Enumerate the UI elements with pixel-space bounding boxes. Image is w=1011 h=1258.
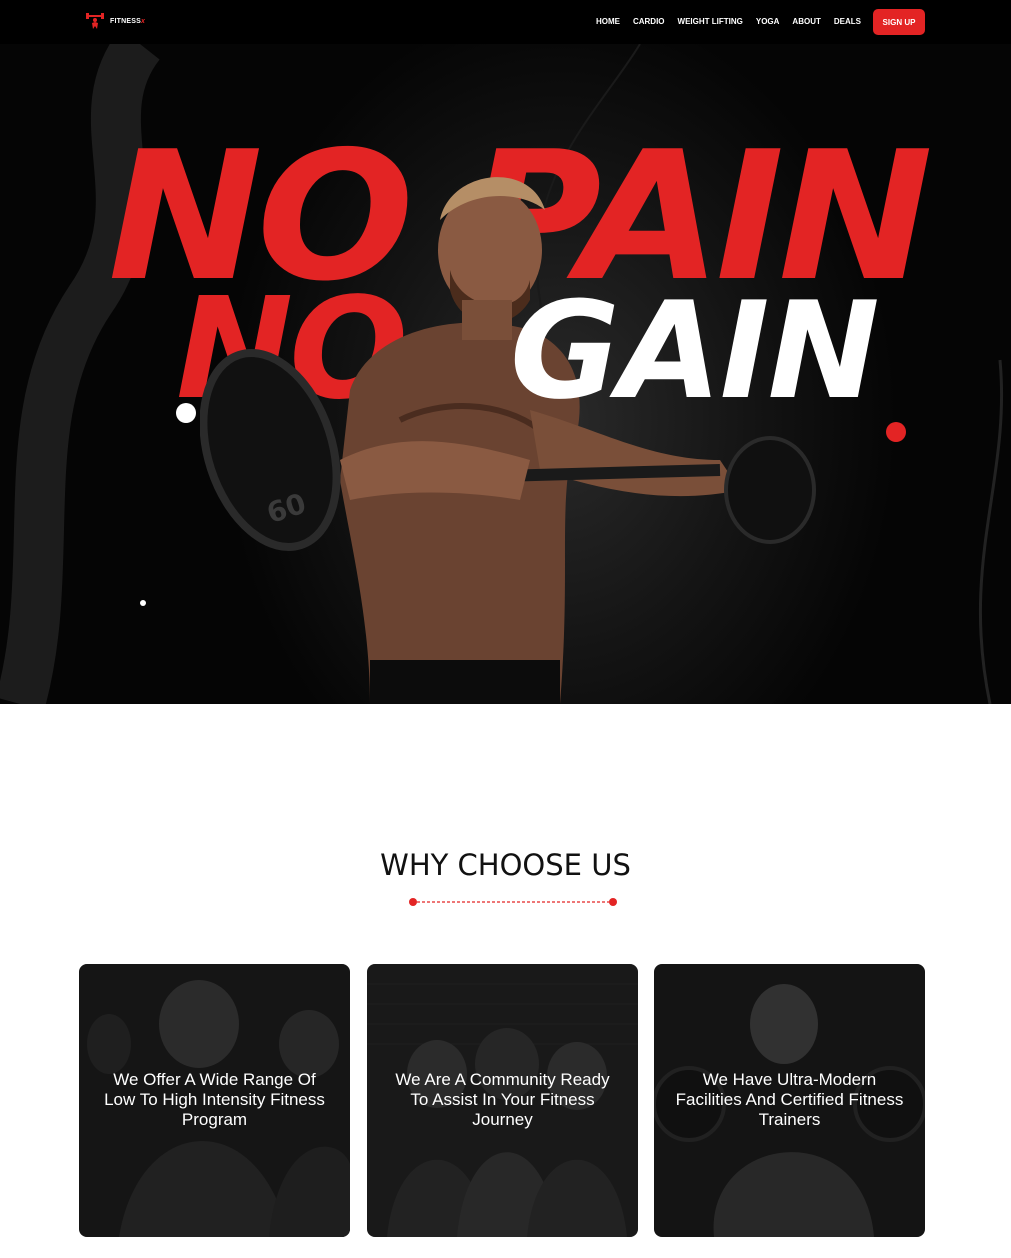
hero-section: FITNESSx HOME CARDIO WEIGHT LIFTING YOGA… (0, 0, 1011, 704)
nav-about[interactable]: ABOUT (792, 17, 820, 26)
hero-dot-white (176, 403, 196, 423)
brand-name: FITNESSx (110, 17, 146, 25)
feature-card[interactable]: We Offer A Wide Range Of Low To High Int… (79, 964, 350, 1237)
athlete-image: 60 (200, 177, 816, 704)
nav-deals[interactable]: DEALS (834, 17, 861, 26)
card-text: We Offer A Wide Range Of Low To High Int… (104, 1070, 325, 1129)
section-title: WHY CHOOSE US (380, 848, 631, 882)
dumbbell-lifter-icon (86, 13, 104, 29)
top-navbar: FITNESSx HOME CARDIO WEIGHT LIFTING YOGA… (0, 0, 1011, 44)
feature-card[interactable]: We Are A Community Ready To Assist In Yo… (367, 964, 638, 1237)
main-nav: HOME CARDIO WEIGHT LIFTING YOGA ABOUT DE… (596, 17, 861, 26)
card-text: We Have Ultra-Modern Facilities And Cert… (675, 1070, 904, 1129)
nav-yoga[interactable]: YOGA (756, 17, 780, 26)
nav-home[interactable]: HOME (596, 17, 620, 26)
feature-card[interactable]: We Have Ultra-Modern Facilities And Cert… (654, 964, 925, 1237)
nav-cardio[interactable]: CARDIO (633, 17, 665, 26)
hero-headline-line2-gain: GAIN (510, 273, 880, 429)
slider-indicator-dot[interactable] (140, 600, 146, 606)
signup-button[interactable]: SIGN UP (873, 9, 925, 35)
nav-weight-lifting[interactable]: WEIGHT LIFTING (678, 17, 743, 26)
hero-dot-red (886, 422, 906, 442)
brand-logo[interactable]: FITNESSx (86, 12, 145, 30)
title-divider (409, 898, 617, 906)
card-text: We Are A Community Ready To Assist In Yo… (395, 1070, 610, 1129)
